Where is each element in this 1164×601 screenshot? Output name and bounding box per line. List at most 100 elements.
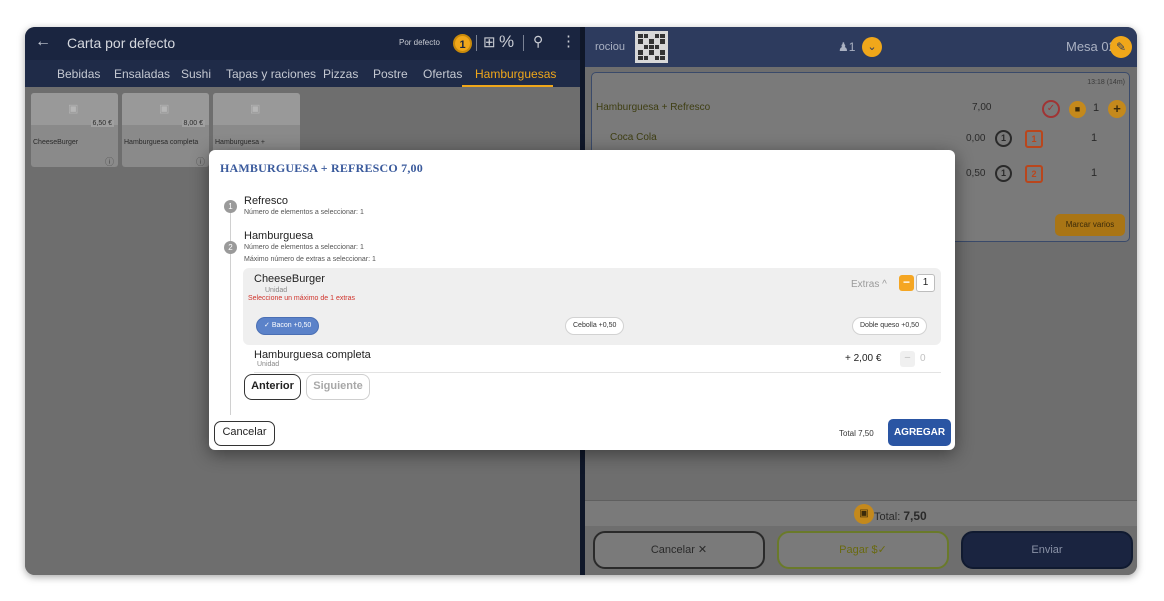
option-price: + 2,00 €: [845, 353, 882, 364]
decrement-button[interactable]: −: [900, 351, 915, 367]
total-bar: ▣ Total: 7,50: [585, 500, 1137, 526]
person-count-value: 1: [848, 40, 856, 54]
divider: [476, 35, 477, 51]
pencil-icon[interactable]: ✎: [1110, 36, 1132, 58]
pay-icon: $✓: [868, 544, 887, 556]
order-line-amount: 0,00: [966, 133, 986, 144]
table-name[interactable]: Mesa 02: [1066, 39, 1116, 54]
combo-modal: HAMBURGUESA + REFRESCO 7,00 1 Refresco N…: [209, 150, 955, 450]
step-name[interactable]: Refresco: [244, 195, 288, 207]
menu-header: ← Carta por defecto Por defecto 1 ⊞ % ⚲ …: [25, 27, 580, 60]
order-number-icon[interactable]: 1: [995, 130, 1012, 147]
check-circle-icon[interactable]: ✓: [1042, 100, 1060, 118]
cancel-button[interactable]: Cancelar ✕: [593, 531, 765, 569]
arrow-left-icon[interactable]: ←: [35, 33, 51, 51]
modal-total: Total 7,50: [839, 429, 874, 438]
calculator-icon[interactable]: ⊞: [483, 33, 496, 51]
plus-icon[interactable]: +: [1108, 100, 1126, 118]
pay-label: Pagar: [839, 544, 869, 556]
option-name[interactable]: Hamburguesa completa: [254, 349, 371, 361]
product-card[interactable]: ▣ 8,00 € Hamburguesa completa ⓘ: [122, 93, 209, 167]
step-name[interactable]: Hamburguesa: [244, 230, 313, 242]
option-unit: Unidad: [265, 287, 288, 294]
tab-pizzas[interactable]: Pizzas: [323, 67, 358, 81]
total-label: Total:: [874, 511, 904, 523]
tab-postre[interactable]: Postre: [373, 67, 408, 81]
order-line-qty: 1: [1091, 132, 1098, 144]
camera-icon: ▣: [159, 103, 170, 115]
option-cheeseburger[interactable]: CheeseBurger Unidad Seleccione un máximo…: [243, 268, 941, 345]
modal-cancel-button[interactable]: Cancelar: [214, 421, 275, 446]
info-icon[interactable]: ⓘ: [105, 155, 114, 168]
total-text: Total: 7,50: [874, 509, 927, 523]
product-name: Hamburguesa +: [215, 139, 266, 146]
send-button[interactable]: Enviar: [961, 531, 1133, 569]
previous-button[interactable]: Anterior: [244, 374, 301, 400]
product-image: ▣: [213, 93, 300, 125]
quantity-field[interactable]: 1: [916, 274, 935, 292]
order-line-name[interactable]: Hamburguesa + Refresco: [596, 102, 710, 113]
ticket-header: rociou ♟1 ⌄ Mesa 02 ✎: [585, 27, 1137, 67]
extra-chip-bacon[interactable]: ✓ Bacon +0,50: [256, 317, 320, 335]
step-note: Número de elementos a seleccionar: 1: [244, 244, 364, 251]
tariff-label[interactable]: Por defecto: [399, 38, 440, 47]
product-card[interactable]: ▣ 6,50 € CheeseBurger ⓘ: [31, 93, 118, 167]
order-line-amount: 0,50: [966, 168, 986, 179]
order-line-qty: 1: [1093, 102, 1100, 114]
step-note: Número de elementos a seleccionar: 1: [244, 209, 364, 216]
order-line-name[interactable]: Coca Cola: [610, 132, 657, 143]
category-tabs: Bebidas Ensaladas Sushi Tapas y raciones…: [25, 60, 580, 87]
chevron-down-icon[interactable]: ⌄: [862, 37, 882, 57]
product-price: 6,50 €: [90, 120, 114, 127]
person-count[interactable]: ♟1: [838, 40, 855, 54]
extra-chip-cebolla[interactable]: Cebolla +0,50: [565, 317, 625, 335]
tab-ofertas[interactable]: Ofertas: [423, 67, 462, 81]
add-button[interactable]: AGREGAR: [888, 419, 951, 446]
course-gift-icon[interactable]: 1: [1025, 130, 1043, 148]
option-unit: Unidad: [257, 361, 280, 368]
pay-button[interactable]: Pagar $✓: [777, 531, 949, 569]
product-price: 8,00 €: [181, 120, 205, 127]
tab-tapas[interactable]: Tapas y raciones: [226, 67, 316, 81]
mark-multiple-button[interactable]: Marcar varios: [1055, 214, 1125, 236]
step-note: Máximo número de extras a seleccionar: 1: [244, 256, 376, 263]
modal-title: HAMBURGUESA + REFRESCO 7,00: [220, 161, 423, 175]
menu-title[interactable]: Carta por defecto: [67, 35, 175, 51]
info-icon[interactable]: ⓘ: [196, 155, 205, 168]
qr-code-icon[interactable]: [635, 31, 668, 63]
tab-ensaladas[interactable]: Ensaladas: [114, 67, 170, 81]
step-number[interactable]: 2: [224, 241, 237, 254]
camera-icon: ▣: [250, 103, 261, 115]
order-line-qty: 1: [1091, 167, 1098, 179]
extras-toggle[interactable]: Extras ^: [851, 279, 887, 290]
user-name[interactable]: rociou: [595, 41, 625, 53]
next-button[interactable]: Siguiente: [306, 374, 370, 400]
order-number-icon[interactable]: 1: [995, 165, 1012, 182]
money-icon: ▣: [854, 504, 874, 524]
active-tab-indicator: [462, 85, 553, 87]
course-gift-icon[interactable]: 2: [1025, 165, 1043, 183]
total-value: 7,50: [903, 509, 927, 523]
product-name: Hamburguesa completa: [124, 139, 199, 146]
order-time: 13:18 (14m): [1087, 79, 1125, 86]
percent-icon[interactable]: %: [499, 32, 514, 52]
option-name: CheeseBurger: [254, 273, 325, 285]
camera-icon: ▣: [68, 103, 79, 115]
tab-sushi[interactable]: Sushi: [181, 67, 211, 81]
quantity-field[interactable]: 0: [920, 353, 926, 364]
trash-icon[interactable]: ■: [1069, 101, 1086, 118]
tab-hamburguesas[interactable]: Hamburguesas: [475, 67, 556, 81]
order-line-amount: 7,00: [972, 102, 992, 113]
extras-warning: Seleccione un máximo de 1 extras: [248, 295, 355, 302]
divider: [254, 372, 941, 373]
step-number[interactable]: 1: [224, 200, 237, 213]
tariff-badge[interactable]: 1: [453, 34, 472, 53]
chip-label: Bacon +0,50: [271, 322, 312, 329]
divider: [523, 35, 524, 51]
more-vertical-icon[interactable]: ⋮: [561, 32, 576, 50]
decrement-button[interactable]: −: [899, 275, 914, 291]
search-icon[interactable]: ⚲: [533, 33, 543, 50]
extra-chip-doble-queso[interactable]: Doble queso +0,50: [852, 317, 927, 335]
product-name: CheeseBurger: [33, 139, 79, 146]
tab-bebidas[interactable]: Bebidas: [57, 67, 100, 81]
